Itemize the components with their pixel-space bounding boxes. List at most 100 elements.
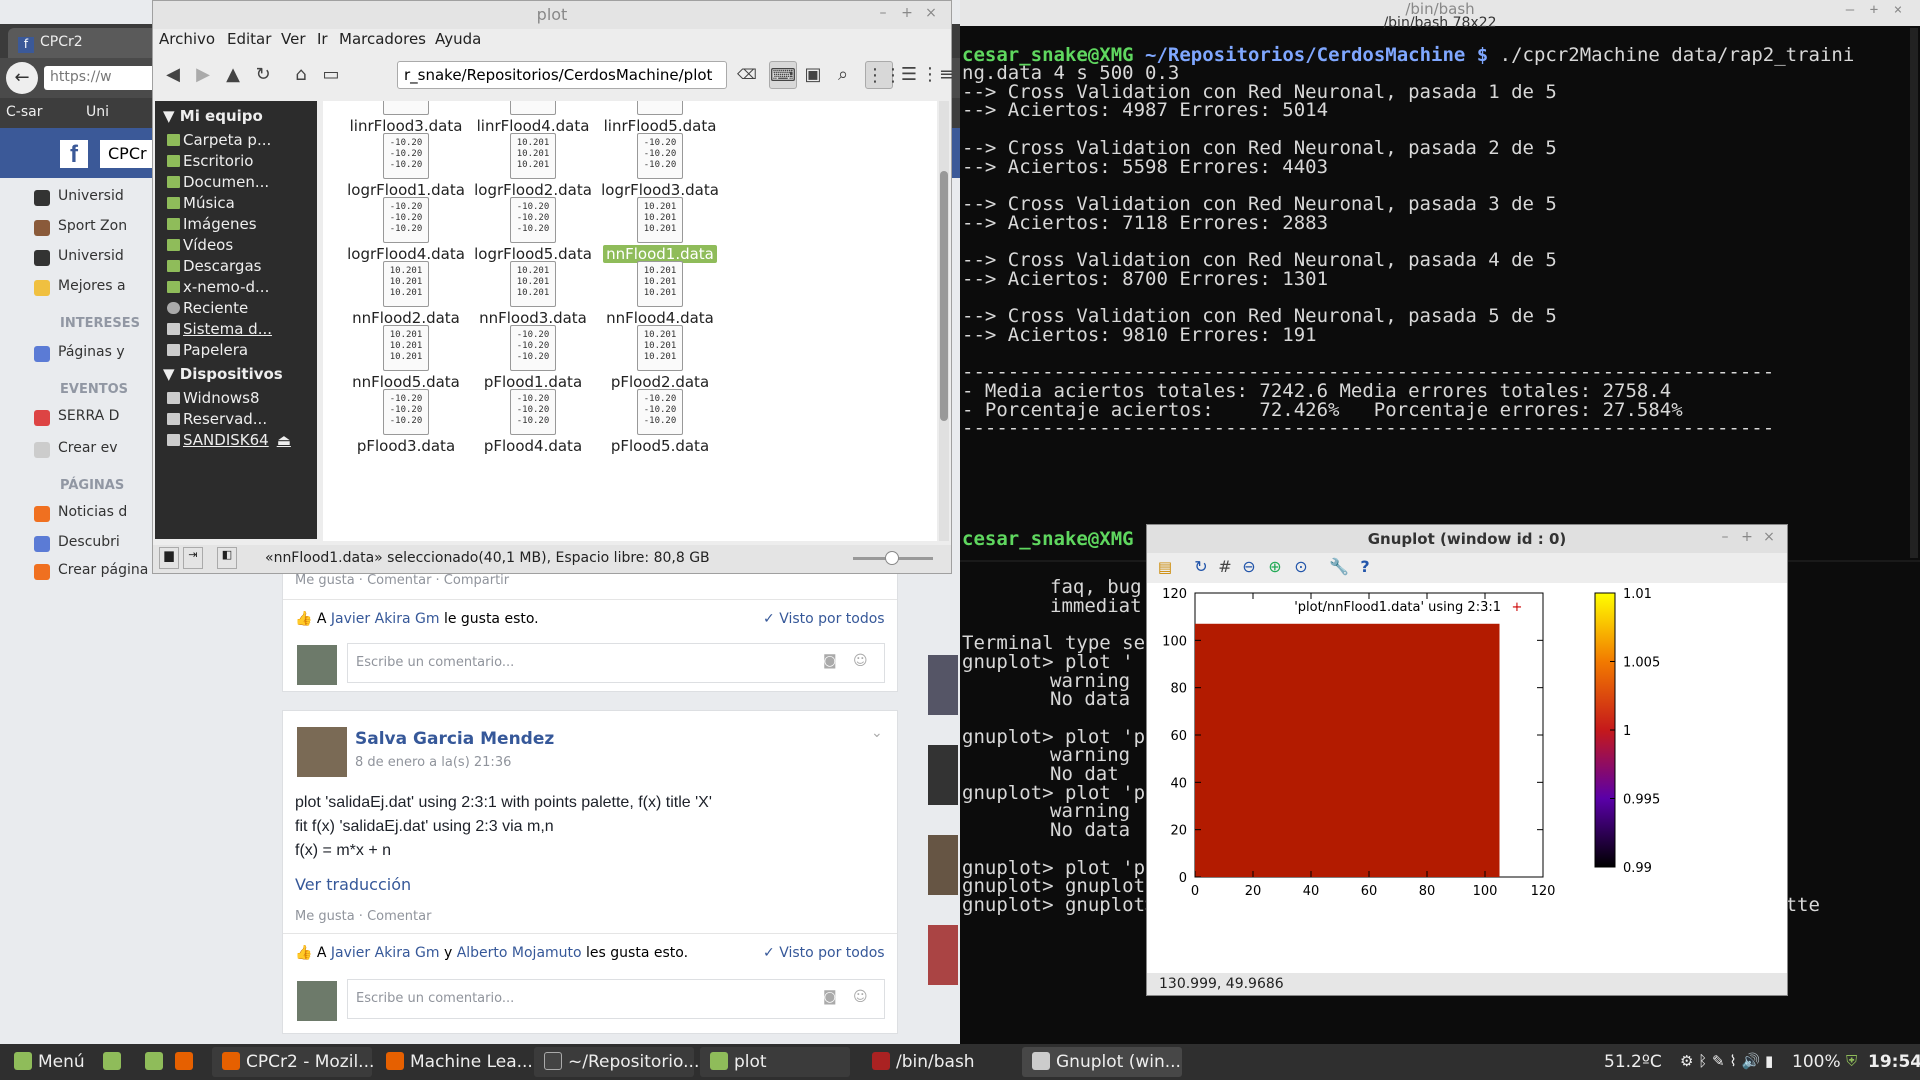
file-item[interactable]: 10.201 10.201 10.201 nnFlood4.data (585, 261, 735, 327)
clear-icon[interactable]: ⌫ (733, 61, 761, 89)
zoom-next-icon[interactable]: ⊕ (1261, 553, 1289, 581)
wifi-icon[interactable]: ⌇ (1729, 1052, 1736, 1070)
zoom-previous-icon[interactable]: ⊖ (1235, 553, 1263, 581)
back-icon[interactable]: ◀ (159, 61, 187, 89)
settings-wrench-icon[interactable]: 🔧 (1325, 553, 1353, 581)
bookmark-folder[interactable]: C-sar (6, 104, 42, 120)
browser-tab[interactable]: f CPCr2 (8, 28, 158, 58)
menu-ver[interactable]: Ver (281, 30, 306, 48)
help-icon[interactable]: ? (1351, 553, 1379, 581)
place-downloads[interactable]: Descargas (167, 257, 261, 275)
scrollbar-thumb[interactable] (940, 171, 948, 421)
show-desktop-button[interactable] (98, 1047, 126, 1077)
sidebar-heading[interactable]: ▼ Dispositivos (163, 365, 283, 383)
device-windows[interactable]: Widnows8 (167, 389, 260, 407)
minimize-icon[interactable]: – (1840, 2, 1860, 22)
menu-editar[interactable]: Editar (227, 30, 271, 48)
battery-icon[interactable]: ▮ (1765, 1052, 1773, 1070)
sidebar-link[interactable]: Crear ev (34, 440, 118, 460)
bluetooth-icon[interactable]: ᛒ (1698, 1052, 1707, 1070)
volume-icon[interactable]: 🔊 (1742, 1052, 1761, 1070)
close-icon[interactable]: × (921, 5, 941, 25)
bookmark-folder[interactable]: Uni (86, 104, 109, 120)
post-date[interactable]: 8 de enero a la(s) 21:36 (355, 755, 511, 770)
menu-ayuda[interactable]: Ayuda (435, 30, 481, 48)
file-item[interactable]: 10.201 10.201 10.201 pFlood2.data (585, 325, 735, 391)
maximize-icon[interactable]: + (897, 5, 917, 25)
menu-ir[interactable]: Ir (317, 30, 328, 48)
terminal-window[interactable]: /bin/bash /bin/bash 78x22 – + × cesar_sn… (960, 0, 1920, 560)
list-view-icon[interactable]: ☰ (895, 61, 923, 89)
sidebar-link[interactable]: Crear página (34, 562, 148, 582)
comment-input[interactable]: Escribe un comentario... (347, 643, 885, 683)
files-launcher[interactable] (140, 1047, 168, 1077)
scrollbar[interactable] (1910, 28, 1918, 558)
sidebar-group-link[interactable]: Universid (34, 188, 124, 208)
device-reserved[interactable]: Reservad... (167, 410, 267, 428)
maximize-icon[interactable]: + (1737, 529, 1757, 549)
computer-icon[interactable]: ▭ (317, 61, 345, 89)
network-icon[interactable]: ✎ (1712, 1052, 1725, 1070)
gnuplot-plot-area[interactable]: 0 20 40 60 80 100 120 0 20 40 60 80 100 120 'plot/nnFl… (1147, 583, 1787, 973)
liker-link[interactable]: Javier Akira Gm (331, 945, 440, 961)
sidebar-heading[interactable]: ▼ Mi equipo (163, 107, 263, 125)
close-icon[interactable]: × (1759, 529, 1779, 549)
sidebar-group-link[interactable]: Mejores a (34, 278, 126, 298)
liker-link[interactable]: Alberto Mojamuto (457, 945, 582, 961)
file-item[interactable]: 10.201linrFlood5.data (585, 101, 735, 135)
start-menu-button[interactable]: Menú (4, 1047, 95, 1077)
search-icon[interactable]: ⌕ (829, 61, 857, 89)
camera-icon[interactable]: ◙ (823, 653, 837, 669)
updates-icon[interactable]: ⚙ (1680, 1052, 1693, 1070)
firefox-launcher[interactable] (170, 1047, 198, 1077)
copy-clipboard-icon[interactable]: ▤ (1151, 553, 1179, 581)
task-machine-learning[interactable]: Machine Lea... (376, 1047, 533, 1077)
path-input[interactable]: r_snake/Repositorios/CerdosMachine/plot (397, 61, 727, 89)
minimize-icon[interactable]: – (873, 5, 893, 25)
post-actions[interactable]: Me gusta · Comentar · Compartir (295, 573, 509, 588)
chevron-down-icon[interactable]: ⌄ (871, 725, 883, 741)
path-toggle-icon[interactable]: ⌨ (769, 61, 797, 89)
place-recent[interactable]: Reciente (167, 299, 248, 317)
task-firefox[interactable]: CPCr2 - Mozil... (212, 1047, 374, 1077)
place-pictures[interactable]: Imágenes (167, 215, 257, 233)
tree-toggle-icon[interactable]: ⇥ (183, 547, 203, 569)
sidebar-link[interactable]: SERRA D (34, 408, 119, 428)
sidebar-link[interactable]: Páginas y (34, 344, 125, 364)
places-toggle-icon[interactable]: ▆ (159, 547, 179, 569)
camera-icon[interactable]: ◙ (823, 989, 837, 1005)
back-arrow-icon[interactable]: ← (6, 62, 38, 94)
facebook-logo-icon[interactable]: f (60, 140, 88, 168)
place-trash[interactable]: Papelera (167, 341, 248, 359)
task-terminal-repo[interactable]: ~/Repositorio... (534, 1047, 699, 1077)
place-music[interactable]: Música (167, 194, 235, 212)
facebook-search-input[interactable]: CPCr (100, 140, 160, 168)
emoji-icon[interactable]: ☺ (853, 989, 868, 1005)
place-desktop[interactable]: Escritorio (167, 152, 253, 170)
translate-link[interactable]: Ver traducción (295, 875, 411, 894)
place-filesystem[interactable]: Sistema d... (167, 320, 272, 338)
emoji-icon[interactable]: ☺ (853, 653, 868, 669)
menu-marcadores[interactable]: Marcadores (339, 30, 426, 48)
comment-input[interactable]: Escribe un comentario... (347, 979, 885, 1019)
up-icon[interactable]: ▲ (219, 61, 247, 89)
task-gnuplot[interactable]: Gnuplot (win... (1022, 1047, 1182, 1077)
task-bash[interactable]: /bin/bash (862, 1047, 1012, 1077)
icon-view-icon[interactable]: ⋮⋮ (865, 61, 902, 89)
liker-link[interactable]: Javier Akira Gm (331, 611, 440, 627)
device-sandisk[interactable]: SANDISK64 ⏏ (167, 431, 291, 449)
zoom-slider-knob[interactable] (885, 551, 899, 565)
menu-archivo[interactable]: Archivo (159, 30, 215, 48)
eject-icon[interactable]: ⏏ (277, 431, 291, 449)
autoscale-icon[interactable]: ⊙ (1287, 553, 1315, 581)
sidebar-link[interactable]: Noticias d (34, 504, 127, 524)
place-home[interactable]: Carpeta p... (167, 131, 271, 149)
clock[interactable]: 19:54 (1858, 1047, 1920, 1077)
maximize-icon[interactable]: + (1864, 2, 1884, 22)
post-actions[interactable]: Me gusta · Comentar (295, 909, 431, 924)
scrollbar[interactable] (939, 101, 949, 541)
file-item[interactable]: -10.20 -10.20 -10.20 pFlood5.data (585, 389, 735, 455)
post-author[interactable]: Salva Garcia Mendez (355, 729, 554, 749)
file-item[interactable]: -10.20 -10.20 -10.20 logrFlood3.data (585, 133, 735, 199)
task-plot-folder[interactable]: plot (700, 1047, 850, 1077)
